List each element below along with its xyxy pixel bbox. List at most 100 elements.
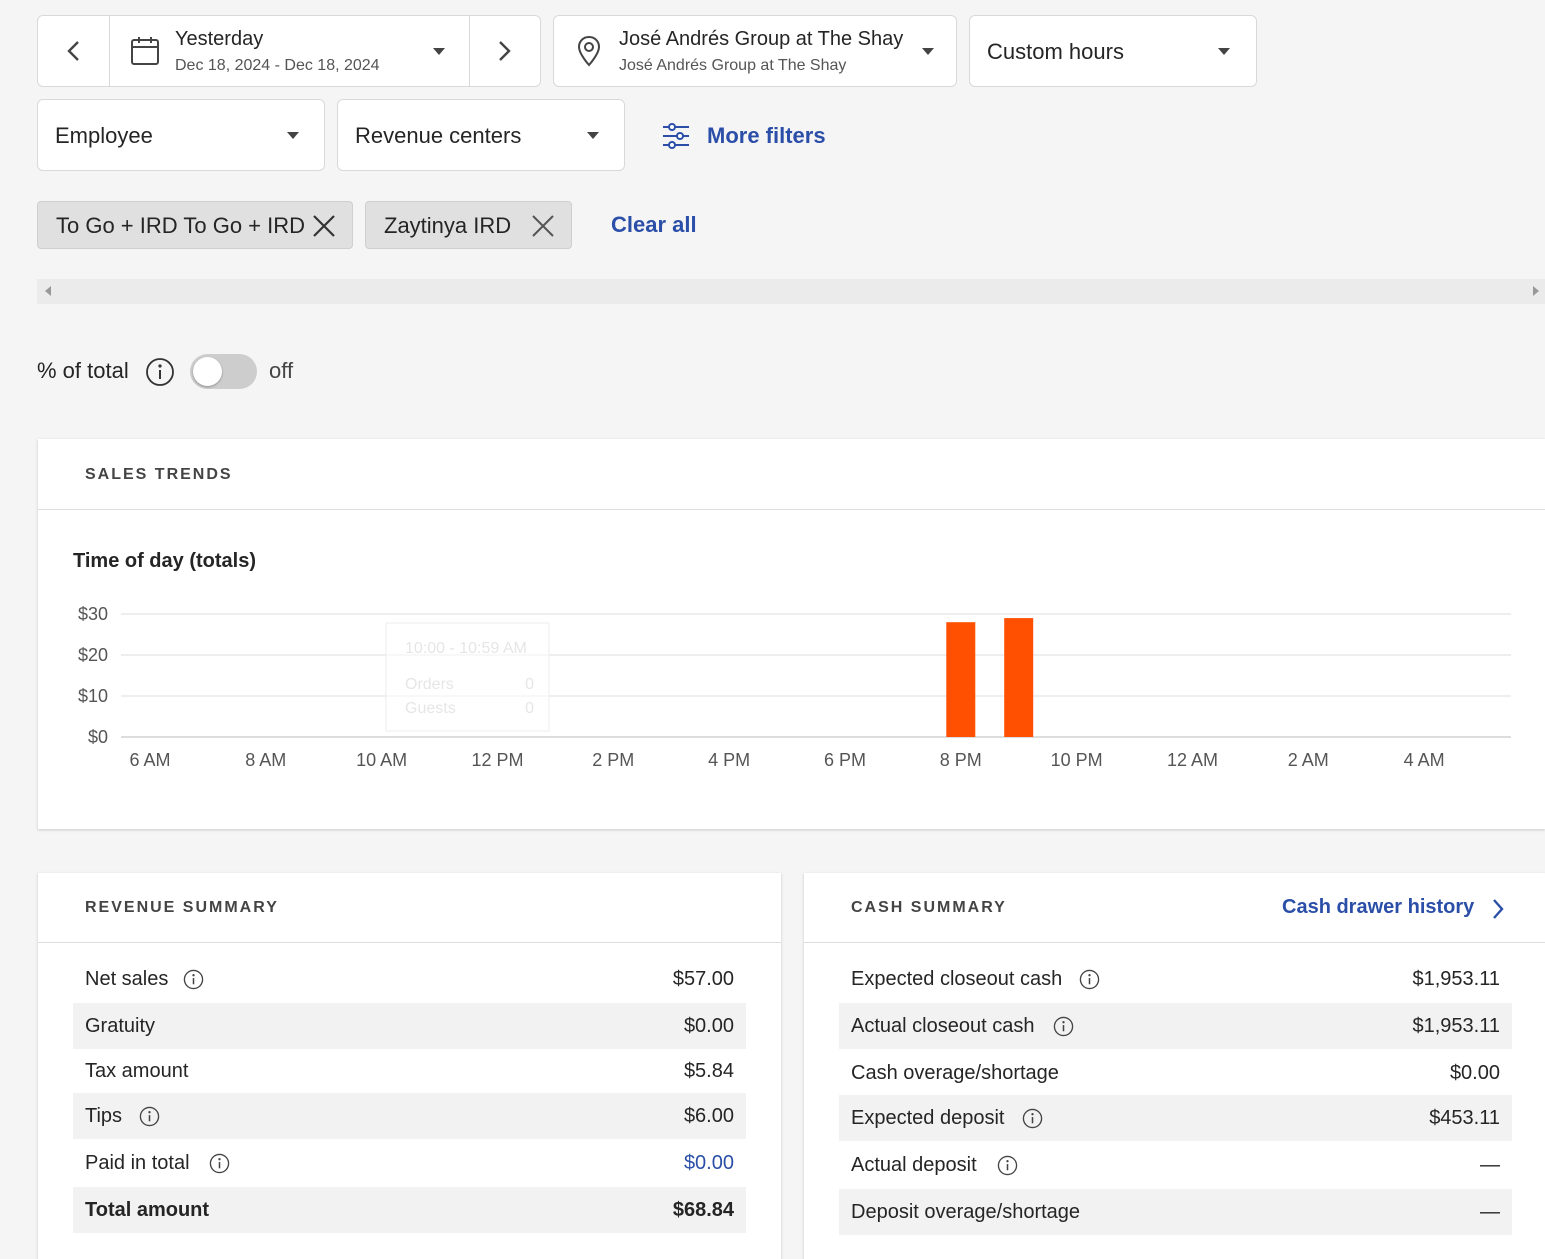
y-tick-label: $10 — [78, 686, 108, 706]
tooltip-label: Orders — [405, 676, 454, 693]
employee-select[interactable]: Employee — [37, 99, 325, 171]
row-label: Actual closeout cash — [851, 1015, 1035, 1037]
chevron-right-icon — [1493, 899, 1504, 919]
filter-chip: Zaytinya IRD — [365, 201, 572, 249]
row-value: — — [1480, 1154, 1500, 1176]
info-icon[interactable] — [1022, 1108, 1043, 1129]
row-value: $453.11 — [1429, 1107, 1500, 1129]
employee-select-label: Employee — [55, 123, 153, 148]
cash-summary-card: CASH SUMMARY Cash drawer history Expecte… — [804, 873, 1545, 1259]
x-tick-label: 8 AM — [245, 750, 286, 770]
revenue-row-net-sales: Net sales $57.00 — [73, 956, 746, 1002]
y-tick-label: $0 — [88, 727, 108, 747]
revenue-row-gratuity: Gratuity $0.00 — [73, 1003, 746, 1049]
info-icon[interactable] — [1079, 969, 1100, 990]
percent-of-total-toggle[interactable] — [190, 354, 257, 389]
chevron-down-icon — [433, 48, 445, 55]
chevron-down-icon — [287, 132, 299, 139]
more-filters-label: More filters — [707, 123, 826, 148]
cash-summary-title: CASH SUMMARY — [851, 899, 1007, 916]
row-value: $1,953.11 — [1412, 1015, 1501, 1037]
sliders-icon — [663, 123, 689, 149]
location-subtitle: José Andrés Group at The Shay — [619, 57, 847, 74]
location-select[interactable]: José Andrés Group at The Shay José André… — [553, 15, 957, 87]
tooltip-value: 0 — [525, 676, 534, 693]
row-label: Total amount — [85, 1199, 210, 1221]
x-tick-label: 10 PM — [1051, 750, 1103, 770]
chevron-down-icon — [587, 132, 599, 139]
revenue-centers-select[interactable]: Revenue centers — [337, 99, 625, 171]
chevron-down-icon — [922, 48, 934, 55]
date-range-label: Dec 18, 2024 - Dec 18, 2024 — [175, 57, 380, 74]
revenue-row-tax-amount: Tax amount $5.84 — [73, 1048, 746, 1094]
info-icon[interactable] — [183, 969, 204, 990]
info-icon[interactable] — [209, 1153, 230, 1174]
hours-select-label: Custom hours — [987, 39, 1124, 64]
x-tick-label: 2 PM — [592, 750, 634, 770]
date-period-label: Yesterday — [175, 28, 264, 50]
row-label: Gratuity — [85, 1015, 156, 1037]
calendar-icon — [131, 37, 159, 65]
row-value: $0.00 — [1449, 1062, 1500, 1084]
location-pin-icon — [577, 35, 601, 67]
x-tick-label: 12 PM — [471, 750, 523, 770]
x-tick-label: 8 PM — [940, 750, 982, 770]
date-range-select[interactable]: Yesterday Dec 18, 2024 - Dec 18, 2024 — [110, 16, 468, 86]
cash-row-expected-deposit: Expected deposit $453.11 — [839, 1095, 1512, 1141]
clear-all-link[interactable]: Clear all — [611, 212, 697, 238]
row-value: $0.00 — [683, 1015, 734, 1037]
row-value: — — [1480, 1201, 1500, 1223]
percent-of-total-label: % of total — [37, 358, 129, 383]
info-icon[interactable] — [145, 357, 175, 387]
revenue-row-total-amount: Total amount $68.84 — [73, 1187, 746, 1233]
y-tick-label: $20 — [78, 645, 108, 665]
previous-day-button[interactable] — [38, 16, 109, 86]
revenue-centers-select-label: Revenue centers — [355, 123, 522, 148]
scroll-left-icon[interactable] — [45, 286, 51, 296]
sales-trends-card: SALES TRENDS Time of day (totals) $30 $20… — [38, 439, 1545, 829]
row-value: $68.84 — [672, 1199, 734, 1221]
row-label: Tips — [85, 1105, 123, 1127]
cash-row-expected-closeout: Expected closeout cash $1,953.11 — [839, 956, 1512, 1002]
sales-trends-title: SALES TRENDS — [85, 466, 233, 483]
tooltip-value: 0 — [525, 700, 534, 717]
hours-select[interactable]: Custom hours — [969, 15, 1257, 87]
revenue-row-tips: Tips $6.00 — [73, 1093, 746, 1139]
tooltip-time: 10:00 - 10:59 AM — [405, 640, 527, 657]
row-label: Tax amount — [85, 1060, 189, 1082]
info-icon[interactable] — [997, 1155, 1018, 1176]
x-tick-label: 2 AM — [1288, 750, 1329, 770]
paid-in-total-link[interactable]: $0.00 — [684, 1152, 734, 1175]
row-label: Actual deposit — [851, 1154, 977, 1176]
chart-bar — [946, 622, 976, 737]
chevron-right-icon — [499, 41, 511, 61]
x-tick-label: 10 AM — [356, 750, 407, 770]
more-filters-button[interactable]: More filters — [660, 118, 840, 154]
cash-row-deposit-overage-shortage: Deposit overage/shortage — — [839, 1189, 1512, 1235]
y-tick-label: $30 — [78, 604, 108, 624]
row-label: Deposit overage/shortage — [851, 1201, 1081, 1223]
close-icon[interactable] — [531, 214, 555, 238]
x-tick-label: 4 PM — [708, 750, 750, 770]
horizontal-scrollbar[interactable] — [37, 279, 1545, 304]
revenue-row-paid-in-total: Paid in total $0.00 — [73, 1140, 746, 1186]
close-icon[interactable] — [312, 214, 336, 238]
revenue-summary-title: REVENUE SUMMARY — [85, 899, 279, 916]
cash-drawer-history-link[interactable]: Cash drawer history — [1282, 893, 1512, 925]
x-tick-label: 4 AM — [1404, 750, 1445, 770]
info-icon[interactable] — [139, 1106, 160, 1127]
filter-chip-label: To Go + IRD To Go + IRD — [56, 213, 306, 238]
next-day-button[interactable] — [470, 16, 540, 86]
row-label: Expected closeout cash — [851, 968, 1063, 990]
x-tick-label: 6 AM — [129, 750, 170, 770]
row-value: $5.84 — [683, 1060, 734, 1082]
info-icon[interactable] — [1053, 1016, 1074, 1037]
scroll-right-icon[interactable] — [1533, 286, 1539, 296]
tooltip-label: Guests — [405, 700, 456, 717]
chevron-down-icon — [1218, 48, 1230, 55]
date-range-picker: Yesterday Dec 18, 2024 - Dec 18, 2024 — [37, 15, 541, 87]
filter-chip-label: Zaytinya IRD — [384, 213, 512, 238]
cash-row-actual-deposit: Actual deposit — — [839, 1142, 1512, 1188]
time-of-day-chart: $30 $20 $10 $0 6 AM 8 AM 10 AM 12 PM 2 PM 4 PM 6 P… — [78, 604, 1511, 770]
chevron-left-icon — [67, 41, 79, 61]
